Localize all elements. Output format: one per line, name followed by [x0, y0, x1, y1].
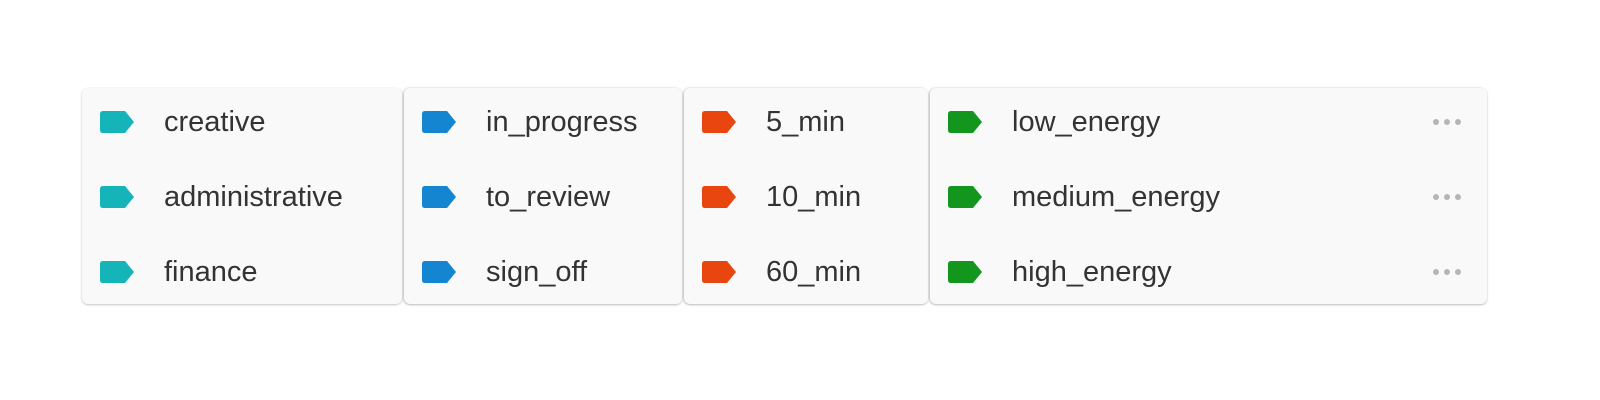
tag-label: finance: [164, 256, 258, 288]
tag-item-high-energy[interactable]: high_energy: [930, 251, 1487, 291]
tag-icon: [422, 186, 456, 208]
tag-label: administrative: [164, 181, 343, 213]
tag-item-to-review[interactable]: to_review: [404, 176, 682, 216]
tag-label: to_review: [486, 181, 611, 213]
tag-icon: [948, 261, 982, 283]
tag-item-5-min[interactable]: 5_min: [684, 101, 928, 141]
tag-icon: [702, 111, 736, 133]
tag-label: sign_off: [486, 256, 588, 288]
tag-icon: [422, 261, 456, 283]
tag-label: 10_min: [766, 181, 862, 213]
tag-label: high_energy: [1012, 256, 1172, 288]
tag-icon: [948, 111, 982, 133]
tag-item-sign-off[interactable]: sign_off: [404, 251, 682, 291]
tag-icon: [100, 261, 134, 283]
tag-group-context: creative administrative finance: [82, 88, 402, 304]
tag-icon: [422, 111, 456, 133]
tag-group-status: in_progress to_review sign_off: [404, 88, 682, 304]
tag-group-energy: low_energy medium_energy high_energy: [930, 88, 1487, 304]
tag-label: low_energy: [1012, 106, 1161, 138]
tag-icon: [702, 261, 736, 283]
tag-label: in_progress: [486, 106, 638, 138]
tag-icon: [948, 186, 982, 208]
tag-icon: [100, 111, 134, 133]
tag-label: medium_energy: [1012, 181, 1220, 213]
more-horizontal-icon[interactable]: [1429, 190, 1465, 204]
tag-item-60-min[interactable]: 60_min: [684, 251, 928, 291]
tag-item-creative[interactable]: creative: [82, 101, 402, 141]
tag-icon: [702, 186, 736, 208]
tag-label: 5_min: [766, 106, 845, 138]
tag-label: creative: [164, 106, 266, 138]
tag-label: 60_min: [766, 256, 862, 288]
tag-item-finance[interactable]: finance: [82, 251, 402, 291]
tag-board: creative administrative finance in_progr…: [82, 88, 1487, 304]
tag-group-duration: 5_min 10_min 60_min: [684, 88, 928, 304]
tag-item-administrative[interactable]: administrative: [82, 176, 402, 216]
more-horizontal-icon[interactable]: [1429, 265, 1465, 279]
more-horizontal-icon[interactable]: [1429, 115, 1465, 129]
tag-item-in-progress[interactable]: in_progress: [404, 101, 682, 141]
tag-icon: [100, 186, 134, 208]
tag-item-10-min[interactable]: 10_min: [684, 176, 928, 216]
tag-item-medium-energy[interactable]: medium_energy: [930, 176, 1487, 216]
tag-item-low-energy[interactable]: low_energy: [930, 101, 1487, 141]
